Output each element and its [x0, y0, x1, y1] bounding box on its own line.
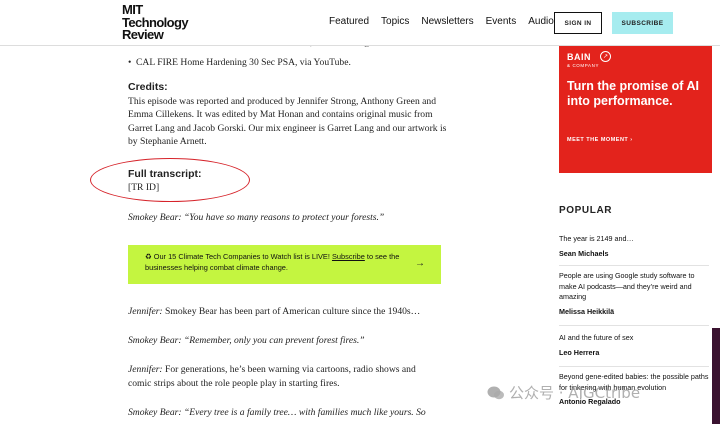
speaker-label: Jennifer:: [128, 306, 163, 317]
page: Arizona Fire Hazard to Common Wealth 1, …: [0, 0, 720, 424]
source-bullet: CAL FIRE Home Hardening 30 Sec PSA, via …: [128, 57, 351, 68]
transcript-line: Jennifer: For generations, he’s been war…: [128, 363, 440, 391]
sign-in-button[interactable]: SIGN IN: [554, 12, 602, 34]
divider: [559, 325, 709, 326]
ad-headline: Turn the promise of AI into performance.: [567, 79, 699, 108]
watermark-text: 公众号 · AIGCtribe: [509, 384, 641, 402]
recycle-icon: ♻: [145, 252, 152, 261]
divider: [559, 366, 709, 367]
speaker-label: Smokey Bear:: [128, 407, 182, 418]
line-text: “Remember, only you can prevent forest f…: [181, 335, 365, 346]
main-nav: Featured Topics Newsletters Events Audio: [329, 16, 554, 27]
line-text: “Every tree is a family tree… with famil…: [181, 407, 426, 418]
logo-line: Review: [122, 27, 164, 42]
popular-item[interactable]: The year is 2149 and… Sean Michaels: [559, 234, 709, 259]
transcript-line: Smokey Bear: “Every tree is a family tre…: [128, 406, 448, 420]
wechat-icon: [487, 385, 505, 401]
ad-cta-link[interactable]: MEET THE MOMENT ›: [567, 137, 633, 143]
bain-ad[interactable]: BAIN ↗ & COMPANY Turn the promise of AI …: [559, 46, 712, 173]
transcript-id: [TR ID]: [128, 182, 160, 193]
credits-body: This episode was reported and produced b…: [128, 96, 447, 148]
popular-item-title[interactable]: AI and the future of sex: [559, 333, 633, 342]
popular-item[interactable]: People are using Google study software t…: [559, 271, 709, 317]
promo-text-before: Our 15 Climate Tech Companies to Watch l…: [153, 252, 332, 261]
popular-item-author: Melissa Heikkilä: [559, 306, 615, 316]
site-header: MIT Technology Review Featured Topics Ne…: [0, 0, 720, 46]
watermark: 公众号 · AIGCtribe: [487, 382, 640, 403]
nav-events[interactable]: Events: [486, 16, 517, 27]
credits-heading: Credits:: [128, 81, 168, 93]
arrow-right-icon[interactable]: →: [415, 258, 425, 269]
line-text: “You have so many reasons to protect you…: [181, 212, 385, 223]
line-text: For generations, he’s been warning via c…: [128, 364, 416, 389]
transcript-line: Smokey Bear: “Remember, only you can pre…: [128, 334, 440, 348]
divider: [559, 265, 709, 266]
speaker-label: Jennifer:: [128, 364, 163, 375]
transcript-heading: Full transcript:: [128, 168, 202, 180]
red-circle-annotation: [90, 158, 250, 202]
nav-audio[interactable]: Audio: [528, 16, 554, 27]
nav-topics[interactable]: Topics: [381, 16, 409, 27]
popular-item[interactable]: AI and the future of sex Leo Herrera: [559, 333, 709, 358]
popular-heading: POPULAR: [559, 205, 613, 216]
ad-brand: BAIN: [567, 52, 591, 62]
edge-image: [712, 328, 720, 424]
popular-item-title[interactable]: People are using Google study software t…: [559, 271, 694, 301]
popular-item-title[interactable]: The year is 2149 and…: [559, 234, 634, 243]
nav-newsletters[interactable]: Newsletters: [421, 16, 473, 27]
ad-brand-sub: & COMPANY: [567, 63, 600, 68]
site-logo[interactable]: MIT Technology Review: [122, 3, 189, 42]
nav-featured[interactable]: Featured: [329, 16, 369, 27]
subscribe-button[interactable]: SUBSCRIBE: [612, 12, 673, 34]
popular-item-author: Sean Michaels: [559, 248, 609, 258]
transcript-line: Smokey Bear: “You have so many reasons t…: [128, 211, 440, 225]
line-text: Smokey Bear has been part of American cu…: [162, 306, 421, 317]
transcript-line: Jennifer: Smokey Bear has been part of A…: [128, 305, 440, 319]
popular-item-author: Leo Herrera: [559, 347, 600, 357]
speaker-label: Smokey Bear:: [128, 335, 182, 346]
bain-logo-icon: ↗: [600, 51, 611, 62]
promo-subscribe-link[interactable]: Subscribe: [332, 252, 365, 261]
speaker-label: Smokey Bear:: [128, 212, 182, 223]
climate-promo-banner[interactable]: ♻ Our 15 Climate Tech Companies to Watch…: [128, 245, 441, 284]
